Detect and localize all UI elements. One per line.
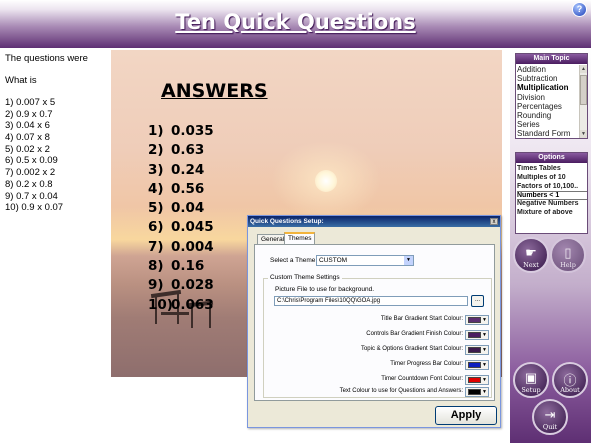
colour-row-timer-font: Timer Countdown Font Colour: ▼ [381,375,489,385]
questions-list: The questions were What is 1) 0.007 x 5 … [5,53,110,214]
question-8: 8) 0.2 x 0.8 [5,178,53,190]
answer-9: 9) 0.028 [148,277,214,294]
question-2: 2) 0.9 x 0.7 [5,108,53,120]
chevron-down-icon: ▼ [482,332,487,338]
close-icon[interactable]: x [490,218,498,225]
option-numbers-less-than-1[interactable]: Numbers < 1 [517,191,587,201]
select-theme-label: Select a Theme [270,257,316,264]
scroll-up-icon[interactable]: ▲ [580,65,587,73]
chevron-down-icon: ▼ [482,389,487,395]
colour-swatch [468,377,481,383]
picture-file-label: Picture File to use for background. [275,286,374,293]
colour-picker-timer-progress[interactable]: ▼ [465,360,489,370]
option-multiples-of-10[interactable]: Multiples of 10 [517,174,587,183]
dialog-title: Quick Questions Setup: [248,216,500,227]
theme-select[interactable]: CUSTOM ▼ [316,255,414,266]
app-title: Ten Quick Questions [175,10,416,34]
question-3: 3) 0.04 x 6 [5,120,50,132]
setup-dialog: Quick Questions Setup: x General Themes … [247,215,501,428]
option-mixture[interactable]: Mixture of above [517,209,587,218]
chevron-down-icon: ▼ [482,377,487,383]
question-10: 10) 0.9 x 0.07 [5,202,64,214]
colour-swatch [468,317,481,323]
colour-row-timer-progress: Timer Progress Bar Colour: ▼ [390,360,489,370]
question-9: 9) 0.7 x 0.04 [5,190,58,202]
question-6: 6) 0.5 x 0.09 [5,155,58,167]
book-icon: ▯ [564,245,572,260]
questions-intro: The questions were [5,53,88,64]
answer-8: 8) 0.16 [148,258,205,275]
option-factors[interactable]: Factors of 10,100.. [517,183,587,192]
colour-picker-controls-bar[interactable]: ▼ [465,330,489,340]
answer-7: 7) 0.004 [148,238,214,255]
themes-tab-pane: Select a Theme CUSTOM ▼ Custom Theme Set… [254,244,495,401]
topic-subtraction[interactable]: Subtraction [517,74,579,83]
scroll-down-icon[interactable]: ▼ [580,130,587,138]
custom-theme-settings-group: Custom Theme Settings Picture File to us… [263,274,492,398]
chevron-down-icon: ▼ [482,317,487,323]
next-button[interactable]: ☛ Next [513,237,549,273]
question-5: 5) 0.02 x 2 [5,143,50,155]
main-topic-scrollbar[interactable]: ▲ ▼ [579,65,587,138]
answers-title: ANSWERS [161,80,268,102]
about-button[interactable]: ⓘ About [552,362,588,398]
topic-series[interactable]: Series [517,120,579,129]
answers-list: 1) 0.035 2) 0.63 3) 0.24 4) 0.56 5) 0.04 6) 0.… [148,122,214,315]
answer-5: 5) 0.04 [148,200,205,217]
option-times-tables[interactable]: Times Tables [517,165,587,174]
main-topic-list: Main Topic Addition Subtraction Multipli… [515,53,588,139]
answer-10: 10)0.063 [148,296,214,313]
colour-picker-text[interactable]: ▼ [465,387,489,397]
help-button[interactable]: ▯ Help [550,237,586,273]
topic-multiplication[interactable]: Multiplication [517,83,579,92]
apply-button[interactable]: Apply [435,406,497,425]
colour-row-title-bar: Title Bar Gradient Start Colour: ▼ [380,315,489,325]
picture-file-input[interactable]: C:\Chris\Program Files\10QQ\GOA.jpg [274,296,468,306]
topic-rounding[interactable]: Rounding [517,111,579,120]
question-1: 1) 0.007 x 5 [5,97,56,108]
colour-picker-timer-font[interactable]: ▼ [465,375,489,385]
colour-picker-topic-options[interactable]: ▼ [465,345,489,355]
chevron-down-icon: ▼ [482,362,487,368]
pointing-hand-icon: ☛ [525,245,537,260]
main-topic-header: Main Topic [516,54,587,64]
answer-1: 1) 0.035 [148,123,214,139]
theme-select-value: CUSTOM [319,257,348,264]
title-bar: Ten Quick Questions ? [0,0,591,48]
chevron-down-icon: ▼ [482,347,487,353]
browse-button[interactable]: ... [471,295,484,307]
questions-what-is: What is [5,75,37,86]
group-title: Custom Theme Settings [268,274,342,281]
colour-swatch [468,347,481,353]
exit-door-icon: ⇥ [544,407,556,422]
chevron-down-icon[interactable]: ▼ [404,256,413,265]
options-list: Options Times Tables Multiples of 10 Fac… [515,152,588,234]
colour-row-text: Text Colour to use for Questions and Ans… [339,387,489,397]
help-icon[interactable]: ? [572,2,587,17]
colour-row-controls-bar: Controls Bar Gradient Finish Colour: ▼ [366,330,489,340]
options-header: Options [516,153,587,163]
question-7: 7) 0.002 x 2 [5,167,56,179]
scroll-thumb[interactable] [580,75,587,105]
colour-picker-title-bar[interactable]: ▼ [465,315,489,325]
quit-button[interactable]: ⇥ Quit [532,399,568,435]
topic-division[interactable]: Division [517,93,579,102]
answer-3: 3) 0.24 [148,161,205,178]
colour-swatch [468,389,481,395]
setup-button[interactable]: ▣ Setup [513,362,549,398]
colour-row-topic-options: Topic & Options Gradient Start Colour: ▼ [360,345,489,355]
topic-percentages[interactable]: Percentages [517,102,579,111]
sun-icon [315,170,337,192]
topic-addition[interactable]: Addition [517,65,579,74]
option-negative-numbers[interactable]: Negative Numbers [517,200,587,209]
answer-2: 2) 0.63 [148,142,205,159]
question-4: 4) 0.07 x 8 [5,132,50,144]
colour-swatch [468,332,481,338]
setup-icon: ▣ [524,370,538,385]
answer-4: 4) 0.56 [148,180,205,197]
colour-swatch [468,362,481,368]
answer-6: 6) 0.045 [148,219,214,236]
topic-standard-form[interactable]: Standard Form [517,129,579,138]
